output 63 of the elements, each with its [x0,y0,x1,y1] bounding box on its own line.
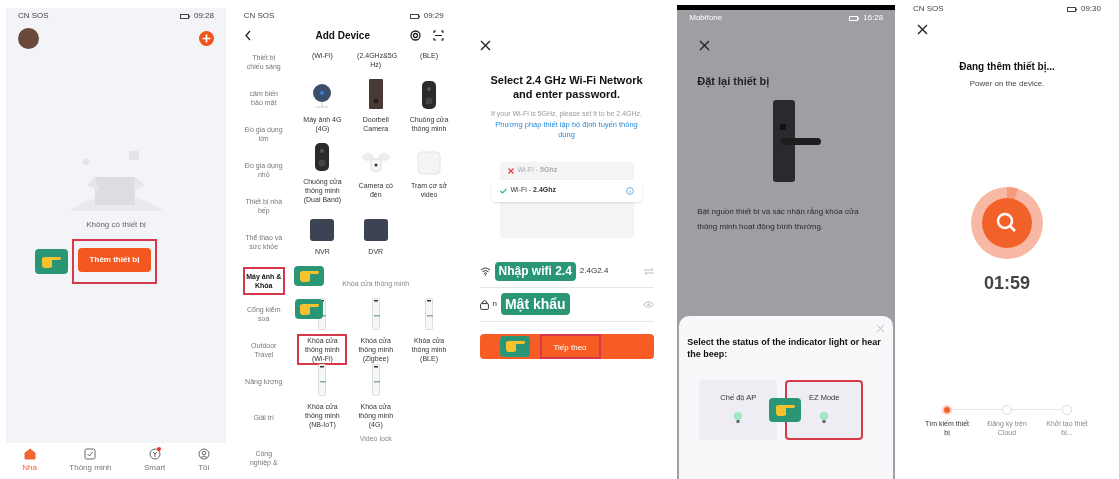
clock-text: 09:29 [423,10,444,22]
checkbox-icon [84,448,97,460]
close-icon[interactable] [917,24,928,35]
scan-icon[interactable] [432,30,444,41]
carrier-text: CN SOS [913,3,944,15]
countdown-timer: 01:59 [983,272,1030,295]
page-title: Add Device [315,29,370,43]
hub-icon [417,151,442,175]
sheet-title: Select the status of the indicator light or hear the beep: [687,336,882,360]
target-icon[interactable] [409,30,421,41]
home-icon [23,448,36,460]
door-lock-icon [425,297,434,330]
lock-icon [479,298,489,310]
light-bulb-icon [819,411,830,426]
close-icon[interactable] [479,40,491,51]
door-lock-icon [318,363,327,396]
clock-text: 09:28 [193,10,214,22]
field-value: n [492,298,497,310]
wifi-name-field[interactable]: Nhập wifi 2.4 2.4G2.4 [479,255,654,288]
page-title: Đang thêm thiết bị... [959,60,1055,74]
page-title: Select 2.4 GHz Wi-Fi Network and enter password. [489,73,644,101]
highlight-frame: Tiếp theo [539,333,601,359]
callout-text: Nhập wifi 2.4 [498,263,572,280]
door-lock-icon [371,363,380,396]
door-lock-icon [371,297,380,330]
callout-text: Mật khẩu [504,294,566,314]
nav-tab[interactable]: Smart [144,448,166,474]
password-field[interactable]: n Mật khẩu [479,287,654,322]
pointing-hand-icon [774,403,797,417]
pointing-hand-icon [40,254,63,269]
nav-tab[interactable]: Thông minh [69,448,112,474]
field-value: 2.4G2.4 [579,265,609,277]
user-icon [197,448,210,460]
page-title: Đặt lại thiết bị [697,74,771,90]
floodlight-camera-icon [361,151,390,175]
recorder-icon [363,219,388,241]
add-icon[interactable] [199,31,214,46]
light-bulb-icon [733,411,744,426]
info-icon [625,186,634,195]
back-icon[interactable] [243,30,252,41]
battery-icon [1066,6,1077,12]
wifi-icon [479,266,491,276]
empty-state-text: Không có thiết bị [86,219,146,231]
switch-arrows-icon[interactable] [643,267,654,275]
instruction-text: Bật nguồn thiết bị và xác nhận rằng khóa cửa thông minh hoạt động bình thường. [697,205,860,233]
clock-text: 16:28 [863,12,884,24]
doorbell-icon [368,79,383,109]
carrier-text: CN SOS [18,10,49,22]
clock-text: 09:30 [1080,3,1101,15]
battery-icon [849,15,860,21]
recorder-icon [310,219,335,241]
carrier-text: Mobifone [689,12,723,24]
nav-tab[interactable]: Tôi [197,448,210,474]
doorbell-icon [422,81,437,109]
battery-icon [409,13,420,19]
carrier-text: CN SOS [243,10,275,22]
subtitle-text: Power on the device. [969,78,1045,90]
doorbell-icon [315,143,330,171]
battery-icon [179,13,190,19]
close-icon[interactable] [699,40,711,51]
camera-icon [311,83,334,109]
search-progress-icon [970,186,1044,260]
avatar[interactable] [18,28,39,49]
